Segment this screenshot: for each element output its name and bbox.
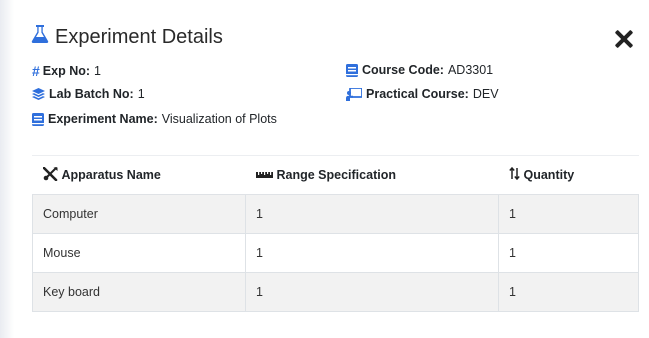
lab-batch-row: Lab Batch No: 1	[32, 87, 145, 101]
cell-apparatus-name: Computer	[32, 194, 246, 234]
ruler-icon	[255, 168, 277, 182]
course-code-label: Course Code:	[362, 63, 444, 77]
header-apparatus-name: Apparatus Name	[32, 156, 246, 195]
experiment-name-row: Experiment Name: Visualization of Plots	[32, 112, 277, 126]
experiment-name-label: Experiment Name:	[48, 112, 158, 126]
experiment-details-modal: Experiment Details # Exp No: 1 Lab Batch…	[14, 0, 649, 338]
layers-icon	[32, 88, 45, 100]
apparatus-table: Apparatus Name Range Specification Quant…	[32, 156, 639, 312]
tools-icon	[42, 166, 62, 184]
sort-icon	[508, 166, 524, 183]
exp-no-row: # Exp No: 1	[32, 63, 101, 79]
lab-batch-label: Lab Batch No:	[49, 87, 134, 101]
table-row: Key board 1 1	[32, 272, 639, 312]
practical-course-row: Practical Course: DEV	[346, 87, 499, 101]
header-quantity-label: Quantity	[523, 168, 575, 182]
cell-range-specification: 1	[245, 272, 499, 312]
flask-icon	[31, 24, 55, 50]
header-quantity: Quantity	[498, 156, 639, 195]
header-apparatus-name-label: Apparatus Name	[61, 168, 161, 182]
chalkboard-icon	[346, 87, 362, 101]
cell-quantity: 1	[498, 233, 639, 273]
hash-icon: #	[32, 63, 40, 79]
practical-course-label: Practical Course:	[366, 87, 469, 101]
cell-apparatus-name: Mouse	[32, 233, 246, 273]
cell-range-specification: 1	[245, 233, 499, 273]
exp-no-label: Exp No:	[42, 64, 91, 78]
header-range-specification: Range Specification	[245, 156, 499, 195]
backdrop-edge	[0, 0, 14, 338]
table-row: Computer 1 1	[32, 194, 639, 234]
lab-batch-value: 1	[137, 87, 145, 101]
modal-title-text: Experiment Details	[55, 25, 223, 48]
table-row: Mouse 1 1	[32, 233, 639, 273]
experiment-name-value: Visualization of Plots	[161, 112, 277, 126]
close-icon[interactable]	[613, 28, 635, 50]
cell-quantity: 1	[498, 272, 639, 312]
book-icon	[346, 63, 358, 77]
cell-quantity: 1	[498, 194, 639, 234]
book-icon	[32, 112, 44, 126]
header-range-specification-label: Range Specification	[276, 168, 396, 182]
table-header-row: Apparatus Name Range Specification Quant…	[32, 156, 639, 195]
exp-no-value: 1	[94, 64, 101, 78]
modal-title: Experiment Details	[31, 24, 223, 50]
cell-range-specification: 1	[245, 194, 499, 234]
course-code-value: AD3301	[447, 63, 494, 77]
practical-course-value: DEV	[472, 87, 499, 101]
course-code-row: Course Code: AD3301	[346, 63, 493, 77]
cell-apparatus-name: Key board	[32, 272, 246, 312]
apparatus-table-container: Apparatus Name Range Specification Quant…	[32, 155, 639, 312]
